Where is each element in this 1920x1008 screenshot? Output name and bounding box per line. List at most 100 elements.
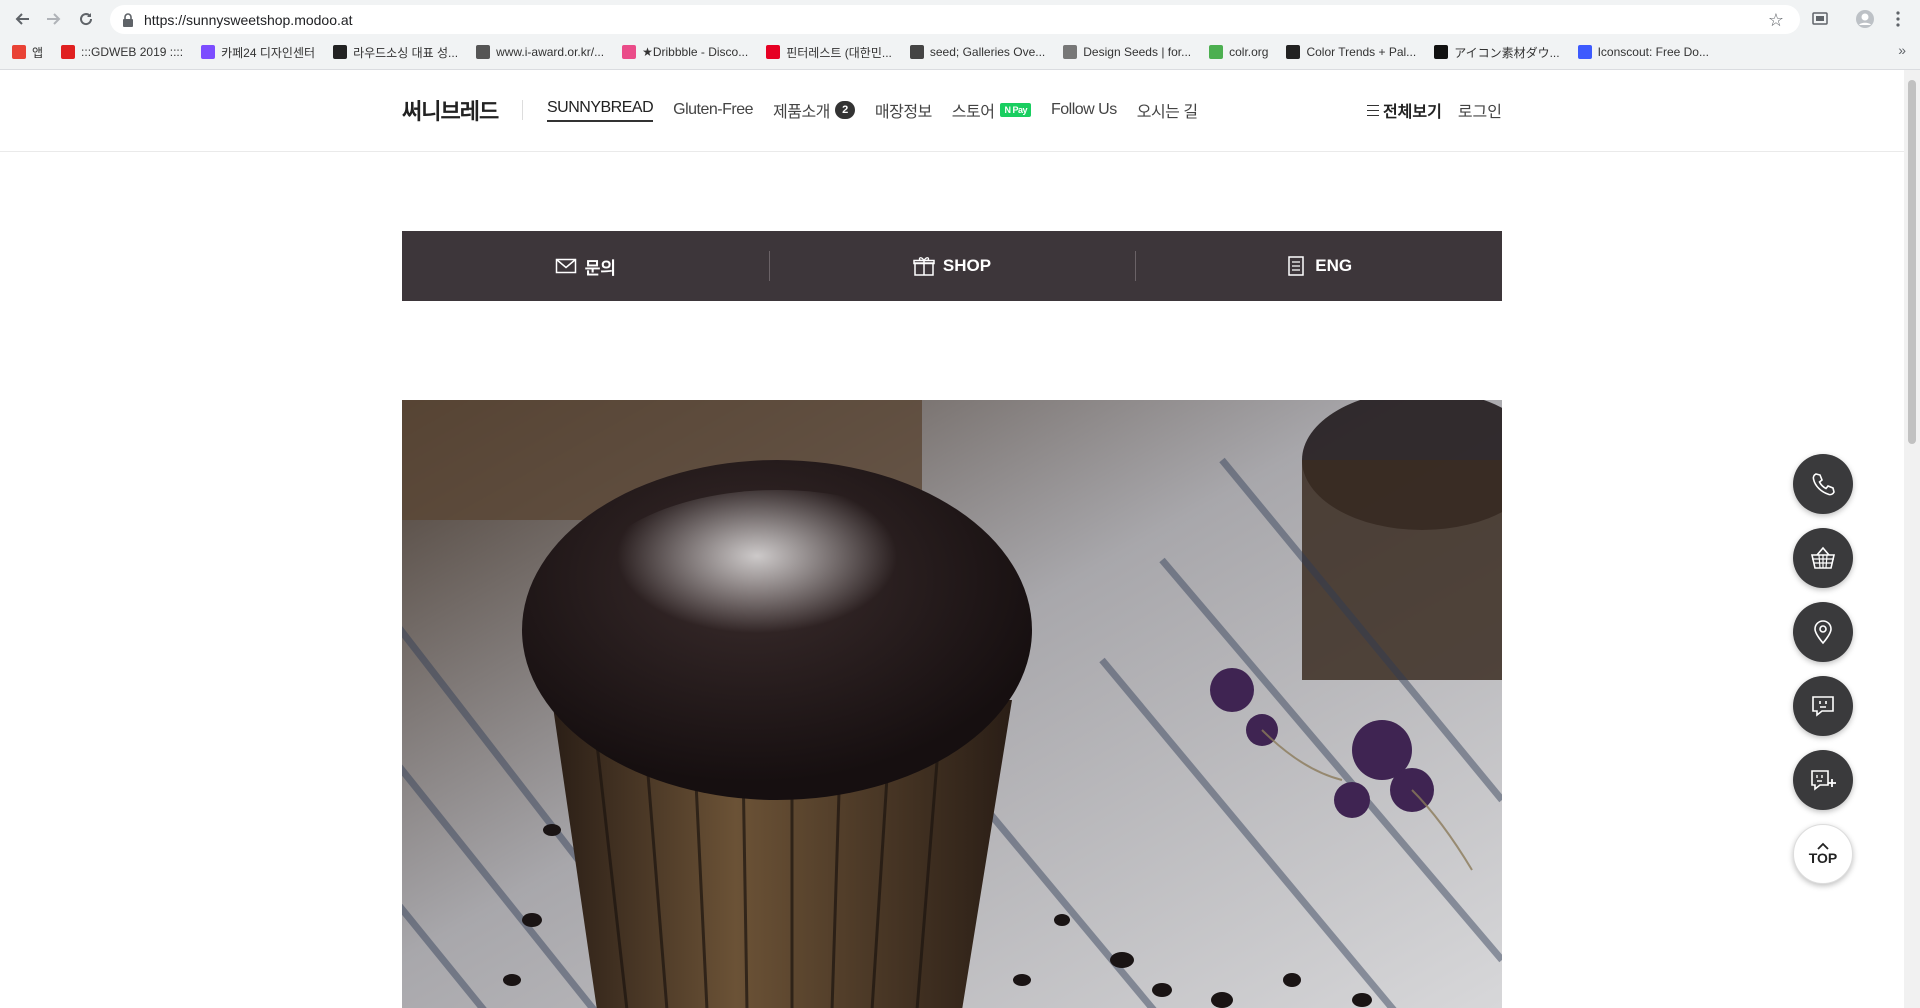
address-bar[interactable]: https://sunnysweetshop.modoo.at ☆ [110, 5, 1800, 34]
login-link[interactable]: 로그인 [1458, 98, 1502, 122]
nav-item-label: 스토어 [951, 104, 995, 121]
bookmark-favicon-icon [909, 45, 924, 59]
nav-item[interactable]: 제품소개 2 [773, 98, 855, 122]
bookmark-favicon-icon [476, 45, 491, 59]
bookmark-favicon-icon [1063, 45, 1078, 59]
nav-item-label: Gluten-Free [673, 101, 754, 118]
bookmark-favicon-icon [622, 45, 637, 59]
bookmark-favicon-icon [333, 45, 348, 59]
chat-bubble-icon [1812, 696, 1834, 717]
nav-item-label: 오시는 길 [1136, 104, 1198, 121]
back-icon[interactable] [10, 7, 34, 31]
nav-item[interactable]: 오시는 길 [1137, 98, 1198, 122]
nav-item-label: SUNNYBREAD [547, 98, 654, 116]
bookmark-favicon-icon [1209, 45, 1224, 59]
bookmark-item[interactable]: colr.org [1209, 45, 1268, 59]
nav-item-label: Follow Us [1050, 101, 1117, 118]
browser-toolbar: https://sunnysweetshop.modoo.at ☆ [0, 0, 1920, 38]
scroll-top-button[interactable]: TOP [1793, 824, 1853, 884]
scrollbar-thumb[interactable] [1908, 80, 1916, 444]
map-pin-icon [1814, 620, 1832, 645]
chat-add-icon [1811, 770, 1836, 791]
bookmark-item[interactable]: Iconscout: Free Do... [1577, 45, 1709, 59]
location-button[interactable] [1793, 602, 1853, 662]
bookmark-item[interactable]: 라우드소싱 대표 성... [333, 44, 458, 61]
bookmark-favicon-icon [1286, 45, 1301, 59]
page-viewport: 써니브레드 SUNNYBREAD Gluten-Free 제품소개 2 매장정보 스토어 N… [0, 70, 1904, 1008]
nav-item[interactable]: Follow Us [1051, 101, 1117, 119]
cast-icon[interactable] [1810, 9, 1830, 29]
eng-button[interactable]: ENG [1135, 231, 1502, 301]
shop-label: SHOP [942, 256, 992, 275]
site-header: 써니브레드 SUNNYBREAD Gluten-Free 제품소개 2 매장정보 스토어 N… [0, 70, 1904, 152]
quick-links-bar: 문의 SHOP ENG [402, 231, 1502, 301]
header-divider [522, 100, 523, 120]
document-icon [1288, 256, 1304, 276]
nav-item[interactable]: 스토어 N Pay [952, 98, 1031, 122]
bookmark-item[interactable]: seed; Galleries Ove... [909, 45, 1046, 59]
all-view-button[interactable]: 전체보기 [1366, 98, 1442, 122]
bookmarks-more-icon[interactable]: » [1898, 42, 1906, 58]
profile-avatar-icon[interactable] [1855, 9, 1875, 29]
muffin-photo [402, 400, 1502, 1008]
bookmark-label: Design Seeds | for... [1083, 45, 1192, 59]
browser-menu-icon[interactable] [1888, 9, 1908, 29]
scroll-top-label: TOP [1808, 850, 1838, 866]
bookmark-label: 카페24 디자인센터 [221, 45, 316, 60]
site-logo[interactable]: 써니브레드 [402, 94, 499, 126]
bookmark-item[interactable]: :::GDWEB 2019 :::: [61, 45, 183, 59]
browser-chrome: https://sunnysweetshop.modoo.at ☆ 앱:::GD… [0, 0, 1920, 70]
nav-item[interactable]: Gluten-Free [673, 101, 753, 119]
bookmark-favicon-icon [201, 45, 216, 59]
page-scrollbar[interactable] [1904, 70, 1920, 1008]
bookmark-item[interactable]: Design Seeds | for... [1063, 45, 1191, 59]
nav-item[interactable]: 매장정보 [875, 98, 932, 122]
chevron-up-icon [1817, 842, 1829, 850]
bookmark-label: 핀터레스트 (대한민... [786, 45, 892, 60]
bookmark-item[interactable]: 핀터레스트 (대한민... [766, 44, 892, 61]
nav-item[interactable]: SUNNYBREAD [547, 98, 654, 122]
phone-icon [1812, 473, 1835, 496]
bookmark-label: colr.org [1229, 45, 1269, 59]
bookmarks-bar: 앱:::GDWEB 2019 :::: 카페24 디자인센터 라우드소싱 대표 성.… [0, 40, 1920, 64]
bookmark-favicon-icon [12, 45, 26, 59]
inquiry-button[interactable]: 문의 [402, 231, 769, 301]
bookmark-label: 앱 [32, 45, 44, 60]
bookmark-item[interactable]: アイコン素材ダウ... [1434, 44, 1560, 61]
bookmark-label: Iconscout: Free Do... [1597, 45, 1709, 59]
bookmark-label: ★Dribbble - Disco... [642, 45, 749, 59]
nav-item-label: 매장정보 [874, 104, 932, 121]
mail-icon [555, 258, 576, 274]
shop-button[interactable]: SHOP [768, 231, 1136, 301]
bookmark-label: 라우드소싱 대표 성... [353, 45, 459, 60]
bookmark-favicon-icon [1577, 45, 1592, 59]
bookmark-favicon-icon [61, 45, 76, 59]
bookmark-label: www.i-award.or.kr/... [496, 45, 605, 59]
bookmark-label: Color Trends + Pal... [1306, 45, 1417, 59]
eng-label: ENG [1315, 256, 1353, 275]
bookmark-favicon-icon [766, 45, 781, 59]
bookmark-item[interactable]: ★Dribbble - Disco... [622, 45, 748, 59]
basket-icon [1810, 546, 1836, 569]
add-chat-button[interactable] [1793, 750, 1853, 810]
bookmark-item[interactable]: 카페24 디자인센터 [201, 44, 315, 61]
count-badge: 2 [834, 101, 855, 119]
reload-icon[interactable] [74, 7, 98, 31]
nav-item-label: 제품소개 [773, 104, 830, 121]
all-view-label: 전체보기 [1382, 104, 1442, 121]
bookmark-label: :::GDWEB 2019 :::: [81, 45, 184, 59]
shop-basket-button[interactable] [1793, 528, 1853, 588]
phone-call-button[interactable] [1793, 454, 1853, 514]
bookmark-label: アイコン素材ダウ... [1454, 45, 1560, 60]
inquiry-label: 문의 [584, 258, 616, 278]
bookmark-label: seed; Galleries Ove... [929, 45, 1046, 59]
forward-icon[interactable] [42, 7, 66, 31]
talk-chat-button[interactable] [1793, 676, 1853, 736]
bookmark-item[interactable]: www.i-award.or.kr/... [476, 45, 604, 59]
bookmark-star-icon[interactable]: ☆ [1768, 10, 1784, 31]
gift-icon [913, 257, 935, 276]
bookmark-item[interactable]: Color Trends + Pal... [1286, 45, 1416, 59]
lock-icon [123, 12, 133, 27]
bookmark-item[interactable]: 앱 [12, 44, 43, 61]
header-utility: 전체보기 로그인 [1366, 98, 1502, 122]
